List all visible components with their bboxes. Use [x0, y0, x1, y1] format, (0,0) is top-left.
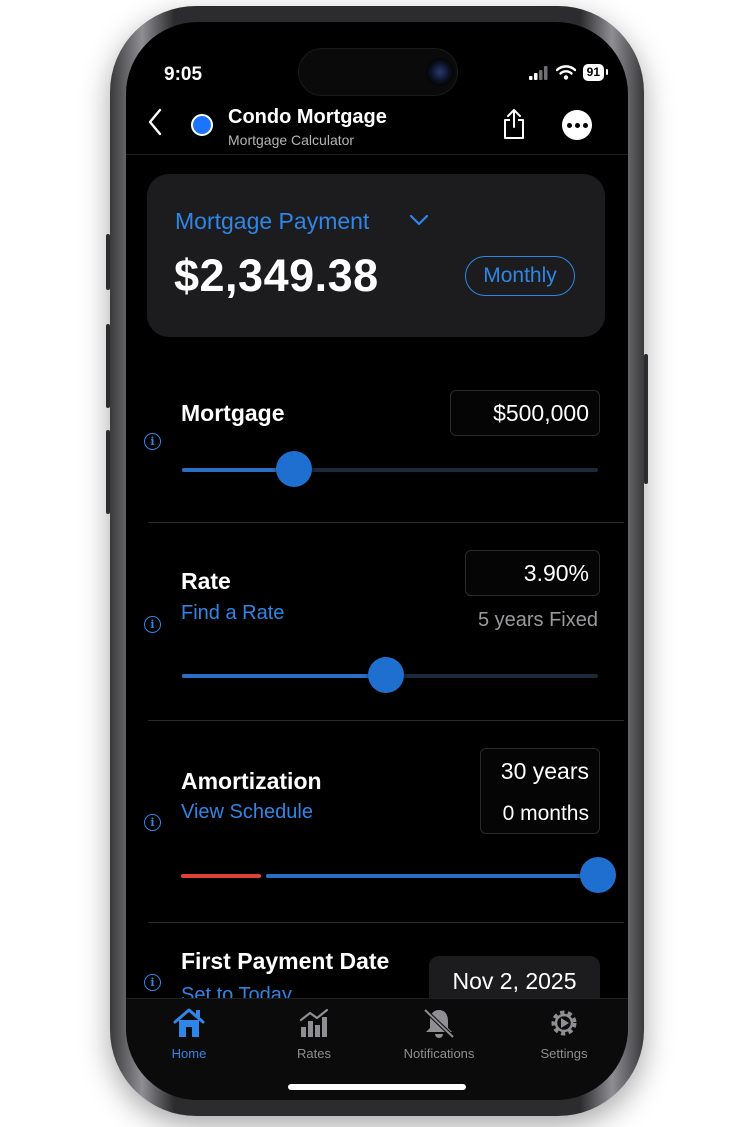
power-button	[644, 354, 648, 484]
chevron-down-icon[interactable]	[409, 214, 429, 226]
view-schedule-link[interactable]: View Schedule	[181, 801, 313, 824]
rate-slider-fill	[182, 674, 386, 678]
info-icon[interactable]: i	[144, 814, 161, 831]
first-payment-label: First Payment Date	[181, 948, 390, 974]
cellular-signal-icon	[528, 65, 548, 80]
share-icon[interactable]	[502, 108, 526, 140]
nav-title: Condo Mortgage	[228, 106, 387, 128]
rate-slider-thumb[interactable]	[367, 657, 404, 693]
amortization-months-field[interactable]: 0 months	[480, 794, 600, 834]
more-dot	[582, 122, 588, 128]
tab-rates[interactable]: Rates	[259, 1007, 369, 1061]
amortization-slider-fill	[266, 874, 598, 878]
tab-label: Home	[171, 1046, 207, 1061]
payment-summary-card: Mortgage Payment $2,349.38 Monthly	[147, 174, 605, 337]
home-indicator	[288, 1084, 466, 1090]
mortgage-amount-field[interactable]: $500,000	[450, 390, 600, 436]
rate-term: 5 years Fixed	[477, 609, 598, 631]
nav-subtitle: Mortgage Calculator	[228, 132, 355, 148]
more-dot	[566, 122, 572, 128]
payment-amount: $2,349.38	[174, 250, 379, 301]
set-today-link[interactable]: Set to Today	[181, 984, 292, 998]
gear-icon	[551, 1010, 577, 1036]
info-icon[interactable]: i	[144, 974, 161, 991]
volume-up-button	[106, 324, 110, 408]
rate-label: Rate	[181, 568, 231, 594]
camera-icon	[426, 58, 454, 86]
tab-label: Settings	[540, 1046, 588, 1061]
bell-icon	[423, 1008, 455, 1039]
frequency-button[interactable]: Monthly	[465, 256, 575, 296]
mortgage-section: i Mortgage $500,000	[126, 382, 628, 522]
payment-type-selector[interactable]: Mortgage Payment	[175, 208, 369, 235]
amortization-slider-thumb[interactable]	[580, 857, 616, 893]
more-options-button[interactable]	[562, 110, 592, 140]
mortgage-slider-thumb[interactable]	[276, 451, 313, 487]
amortization-label: Amortization	[181, 768, 322, 794]
more-dot	[574, 122, 580, 128]
divider	[148, 720, 624, 721]
chart-icon	[299, 1008, 329, 1037]
wifi-icon	[555, 65, 576, 80]
phone-frame: 9:05 91 Condo Mortgage Mortgage Calculat…	[106, 6, 648, 1116]
amortization-section: i Amortization View Schedule 30 years 0 …	[126, 740, 628, 922]
mortgage-slider[interactable]	[182, 451, 598, 487]
amortization-years-field[interactable]: 30 years	[480, 748, 600, 794]
house-icon	[173, 1008, 205, 1037]
tab-settings[interactable]: Settings	[509, 1007, 619, 1061]
info-icon[interactable]: i	[144, 433, 161, 450]
screen: 9:05 91 Condo Mortgage Mortgage Calculat…	[126, 22, 628, 1100]
find-rate-link[interactable]: Find a Rate	[181, 602, 284, 625]
divider	[148, 922, 624, 923]
tab-label: Rates	[297, 1046, 331, 1061]
rate-field[interactable]: 3.90%	[465, 550, 600, 596]
back-chevron-icon[interactable]	[148, 108, 162, 136]
color-tag-dot	[191, 114, 213, 136]
first-payment-date-field[interactable]: Nov 2, 2025	[429, 956, 600, 998]
first-payment-section: i First Payment Date Set to Today Nov 2,…	[126, 938, 628, 998]
info-icon[interactable]: i	[144, 616, 161, 633]
status-icons: 91	[528, 64, 609, 81]
tab-home[interactable]: Home	[134, 1007, 244, 1061]
status-time: 9:05	[164, 64, 203, 85]
battery-indicator: 91	[582, 64, 609, 81]
tab-notifications[interactable]: Notifications	[384, 1007, 494, 1061]
tab-label: Notifications	[403, 1046, 475, 1061]
volume-down-button	[106, 430, 110, 514]
mortgage-label: Mortgage	[181, 400, 285, 426]
navigation-bar: Condo Mortgage Mortgage Calculator	[126, 98, 628, 155]
rate-slider[interactable]	[182, 657, 598, 693]
divider	[148, 522, 624, 523]
action-button	[106, 234, 110, 290]
rate-section: i Rate Find a Rate 3.90% 5 years Fixed	[126, 542, 628, 720]
amortization-limit-segment	[181, 874, 261, 878]
amortization-slider[interactable]	[266, 857, 616, 893]
